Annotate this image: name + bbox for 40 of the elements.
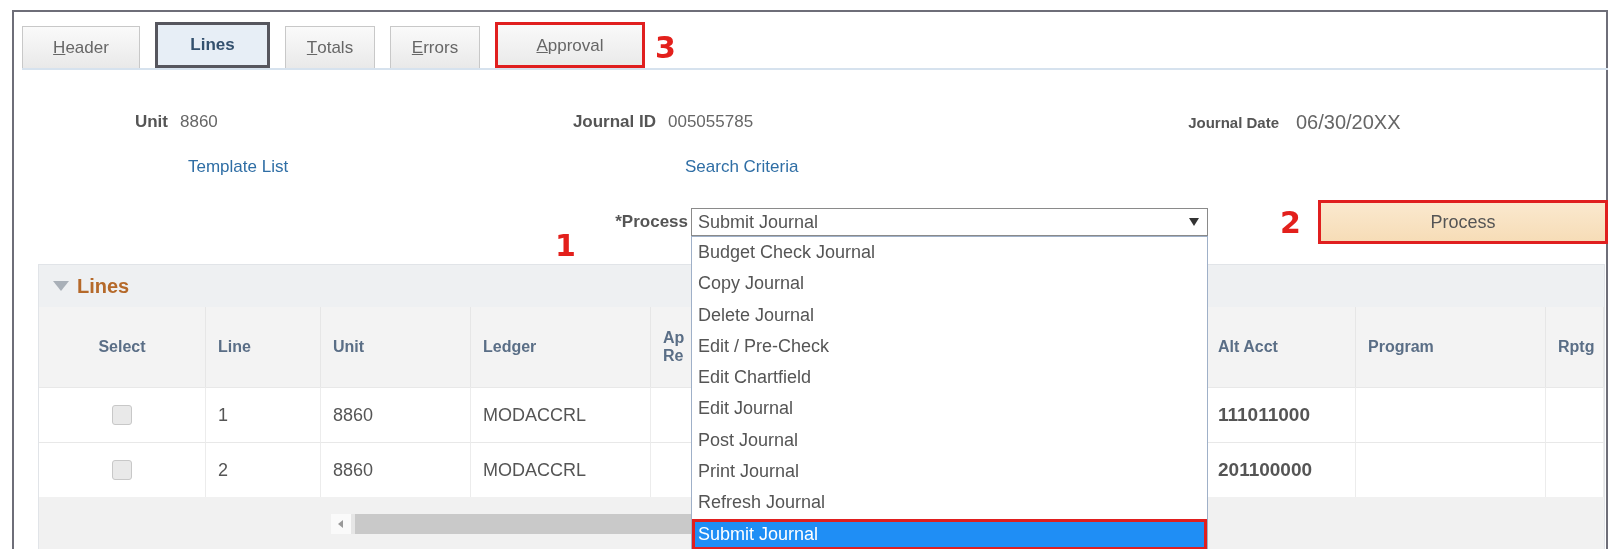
menu-option[interactable]: Edit / Pre-Check: [692, 330, 1207, 363]
checkbox[interactable]: [112, 405, 132, 425]
tab[interactable]: Lines: [155, 22, 270, 68]
process-button[interactable]: Process: [1318, 200, 1608, 244]
tab[interactable]: Header: [22, 26, 140, 68]
link[interactable]: Template List: [188, 157, 685, 177]
table-cell: 1: [206, 387, 321, 442]
field-value: 005055785: [668, 112, 755, 132]
tab[interactable]: Totals: [285, 26, 375, 68]
field-label: Journal Date: [1187, 113, 1279, 131]
callout-number: 2: [1280, 204, 1302, 240]
field-value: 06/30/20XX: [1296, 110, 1401, 134]
menu-option[interactable]: Copy Journal: [692, 268, 1207, 300]
field-label: Journal ID: [571, 112, 656, 132]
table-cell: 8860: [321, 387, 471, 442]
callout-number: 3: [655, 29, 676, 67]
checkbox[interactable]: [112, 460, 132, 480]
table-cell: 111011000: [1206, 387, 1356, 442]
table-cell: 201100000: [1206, 442, 1356, 497]
menu-option[interactable]: Print Journal: [692, 456, 1207, 488]
table-cell: MODACCRL: [471, 387, 651, 442]
menu-option[interactable]: Edit Journal: [692, 393, 1207, 425]
tab[interactable]: Errors: [390, 26, 480, 68]
menu-option[interactable]: Budget Check Journal: [692, 237, 1207, 269]
callout-number: 1: [555, 228, 576, 263]
field-label: *Process: [615, 212, 688, 231]
tab[interactable]: Approval: [495, 22, 645, 68]
link[interactable]: Search Criteria: [685, 157, 799, 177]
field-label: Unit: [133, 112, 168, 132]
field-value: 8860: [180, 112, 219, 132]
table-cell: 8860: [321, 442, 471, 497]
menu-option[interactable]: Refresh Journal: [692, 487, 1207, 519]
dropdown-caret-icon[interactable]: [1189, 218, 1199, 226]
collapse-arrow-icon[interactable]: [53, 281, 69, 291]
table-cell: 2: [206, 442, 321, 497]
menu-option[interactable]: Post Journal: [692, 424, 1207, 457]
section-title: Lines: [77, 274, 130, 298]
horizontal-scrollbar[interactable]: [331, 514, 691, 534]
table-cell: MODACCRL: [471, 442, 651, 497]
scroll-left-icon[interactable]: [331, 514, 351, 534]
